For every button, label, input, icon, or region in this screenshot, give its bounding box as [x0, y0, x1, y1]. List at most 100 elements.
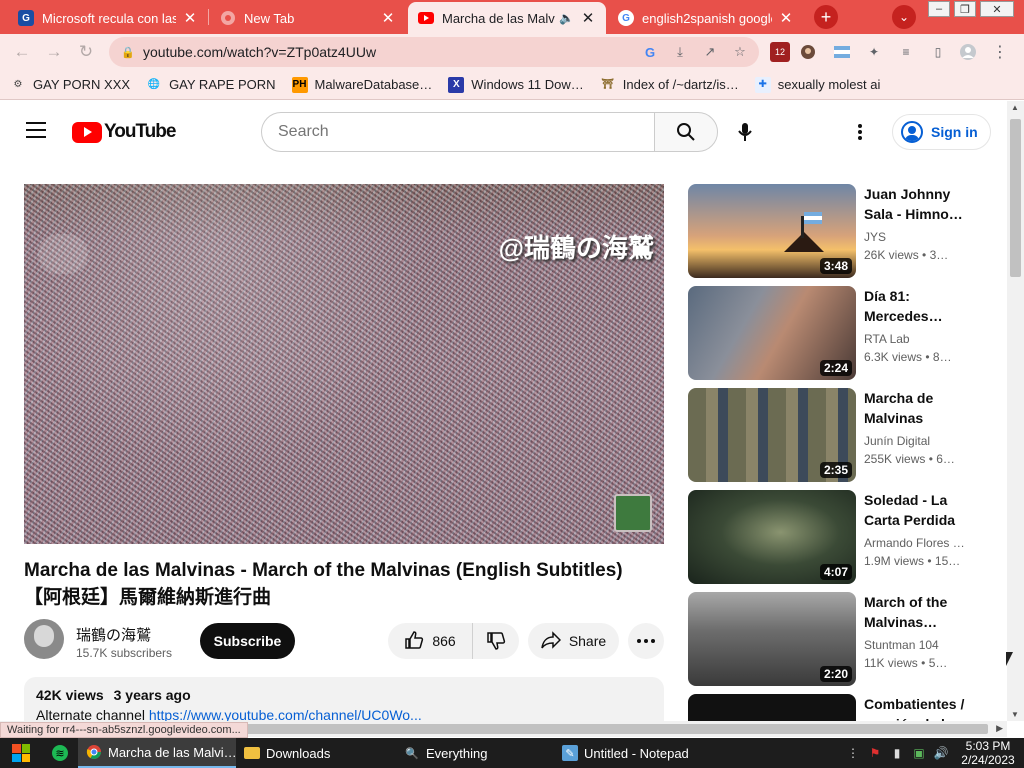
bookmark-item[interactable]: ⛩ Index of /~dartz/is… — [600, 77, 738, 93]
channel-name[interactable]: JYS — [864, 230, 974, 244]
install-app-icon[interactable]: ⤓ — [669, 41, 691, 63]
scrollbar-thumb[interactable] — [1010, 119, 1021, 277]
bookmark-item[interactable]: ⚙ GAY PORN XXX — [10, 77, 131, 93]
channel-name[interactable]: RTA Lab — [864, 332, 974, 346]
taskbar-downloads[interactable]: Downloads — [236, 738, 396, 768]
bookmark-item[interactable]: ✚ sexually molest ai — [754, 76, 880, 93]
bookmark-item[interactable]: X Windows 11 Dow… — [448, 76, 584, 93]
tab-search-button[interactable]: ⌄ — [892, 5, 916, 29]
video-thumbnail[interactable]: 2:35 — [688, 388, 856, 482]
taskbar-spotify[interactable]: ≋ — [42, 738, 78, 768]
back-icon[interactable]: ← — [12, 42, 32, 62]
tab-youtube[interactable]: Marcha de las Malvi 🔈 ✕ — [408, 2, 606, 34]
battery-icon[interactable]: ▮ — [886, 746, 908, 760]
channel-name[interactable]: Stuntman 104 — [864, 638, 974, 652]
network-icon[interactable]: ▣ — [908, 746, 930, 760]
channel-link[interactable]: https://www.youtube.com/channel/UC0Wo... — [149, 707, 422, 721]
recommended-video[interactable]: Combatientes / canción de la… — [688, 694, 998, 721]
like-button[interactable]: 866 — [388, 623, 473, 659]
minimize-icon[interactable]: – — [928, 1, 950, 17]
forward-icon[interactable]: → — [44, 42, 64, 62]
start-button[interactable] — [0, 738, 42, 768]
share-button[interactable]: Share — [528, 623, 619, 659]
scroll-up-icon[interactable]: ▲ — [1011, 103, 1019, 112]
vertical-scrollbar[interactable]: ▲ ▼ — [1007, 101, 1024, 721]
clock-date: 2/24/2023 — [961, 753, 1015, 767]
video-thumbnail[interactable]: 2:20 — [688, 592, 856, 686]
restore-icon[interactable]: ❐ — [954, 1, 976, 17]
recommended-video[interactable]: 2:24 Día 81: Mercedes… RTA Lab 6.3K view… — [688, 286, 998, 380]
tab-divider — [208, 9, 209, 25]
profile-icon[interactable] — [958, 42, 978, 62]
tray-overflow-icon[interactable]: ⋮ — [842, 746, 864, 760]
video-title[interactable]: March of the Malvinas… — [864, 592, 974, 632]
scroll-down-icon[interactable]: ▼ — [1011, 710, 1019, 719]
new-tab-button[interactable]: + — [814, 5, 838, 29]
window-close-icon[interactable]: ✕ — [980, 1, 1014, 17]
bookmark-item[interactable]: 🌐 GAY RAPE PORN — [146, 77, 276, 93]
video-title[interactable]: Día 81: Mercedes… — [864, 286, 974, 326]
side-panel-icon[interactable]: ▯ — [928, 42, 948, 62]
flag-tray-icon[interactable]: ⚑ — [864, 746, 886, 760]
video-title[interactable]: Combatientes / canción de la… — [864, 694, 974, 721]
volume-icon[interactable]: 🔊 — [930, 746, 952, 760]
google-lens-icon[interactable]: G — [639, 41, 661, 63]
recommended-video[interactable]: 2:20 March of the Malvinas… Stuntman 104… — [688, 592, 998, 686]
search-button[interactable] — [654, 112, 718, 152]
media-control-icon[interactable]: ≡ — [896, 42, 916, 62]
clock[interactable]: 5:03 PM 2/24/2023 — [952, 739, 1024, 767]
bookmark-star-icon[interactable]: ☆ — [729, 41, 751, 63]
taskbar-notepad[interactable]: ✎ Untitled - Notepad — [554, 738, 714, 768]
video-duration: 2:35 — [819, 462, 852, 478]
recommended-video[interactable]: 3:48 Juan Johnny Sala - Himno… JYS 26K v… — [688, 184, 998, 278]
youtube-logo[interactable]: YouTube — [72, 121, 176, 143]
video-title[interactable]: Marcha de Malvinas — [864, 388, 974, 428]
close-icon[interactable]: ✕ — [778, 9, 794, 27]
speaker-icon[interactable]: 🔈 — [559, 11, 574, 25]
recommended-video[interactable]: 2:35 Marcha de Malvinas Junín Digital 25… — [688, 388, 998, 482]
tab-new-tab[interactable]: New Tab ✕ — [210, 2, 406, 34]
video-player[interactable]: @瑞鶴の海鷲 — [24, 184, 664, 544]
flag-extension-icon[interactable] — [832, 42, 852, 62]
video-thumbnail[interactable] — [688, 694, 856, 721]
subscribe-button[interactable]: Subscribe — [200, 623, 295, 659]
recommended-video[interactable]: 4:07 Soledad - La Carta Perdida Armando … — [688, 490, 998, 584]
channel-avatar[interactable] — [24, 619, 64, 659]
video-title[interactable]: Juan Johnny Sala - Himno… — [864, 184, 974, 224]
more-actions-icon[interactable] — [628, 623, 664, 659]
video-description[interactable]: 42K views 3 years ago Alternate channel … — [24, 677, 664, 721]
taskbar-chrome[interactable]: Marcha de las Malvi… — [78, 738, 237, 768]
close-icon[interactable]: ✕ — [182, 9, 198, 27]
extensions-puzzle-icon[interactable]: ✦ — [864, 42, 884, 62]
video-thumbnail[interactable]: 3:48 — [688, 184, 856, 278]
ublock-icon[interactable]: 12 — [770, 42, 790, 62]
video-stats: 26K views • 3… — [864, 248, 974, 262]
chrome-menu-icon[interactable]: ⋮ — [990, 42, 1010, 62]
reload-icon[interactable]: ↻ — [76, 42, 96, 62]
hamburger-menu-icon[interactable] — [26, 122, 46, 138]
share-icon[interactable]: ↗ — [699, 41, 721, 63]
channel-name[interactable]: 瑞鶴の海鷲 — [76, 624, 151, 645]
view-count: 1.9M views — [864, 554, 925, 568]
scroll-right-icon[interactable]: ▶ — [996, 723, 1003, 734]
dislike-button[interactable] — [473, 623, 519, 659]
youtube-page: YouTube Search Sign in @瑞鶴の海鷲 Marcha de … — [0, 101, 1007, 721]
settings-more-icon[interactable] — [850, 122, 870, 142]
microphone-icon[interactable] — [734, 121, 756, 143]
video-thumbnail[interactable]: 2:24 — [688, 286, 856, 380]
search-input[interactable]: Search — [261, 112, 655, 152]
sign-in-button[interactable]: Sign in — [892, 114, 991, 150]
channel-name[interactable]: Armando Flores … — [864, 536, 974, 550]
close-icon[interactable]: ✕ — [580, 9, 596, 27]
tab-english2spanish[interactable]: G english2spanish google ✕ — [608, 2, 804, 34]
video-thumbnail[interactable]: 4:07 — [688, 490, 856, 584]
extension-avatar-icon[interactable] — [798, 42, 818, 62]
url-text[interactable]: youtube.com/watch?v=ZTp0atz4UUw — [143, 44, 639, 60]
address-bar[interactable]: 🔒 youtube.com/watch?v=ZTp0atz4UUw G ⤓ ↗ … — [109, 37, 759, 67]
close-icon[interactable]: ✕ — [380, 9, 396, 27]
channel-name[interactable]: Junín Digital — [864, 434, 974, 448]
tab-microsoft[interactable]: G Microsoft recula con las ✕ — [8, 2, 208, 34]
taskbar-everything[interactable]: 🔍 Everything — [396, 738, 554, 768]
bookmark-item[interactable]: PH MalwareDatabase… — [291, 76, 432, 93]
video-title[interactable]: Soledad - La Carta Perdida — [864, 490, 974, 530]
